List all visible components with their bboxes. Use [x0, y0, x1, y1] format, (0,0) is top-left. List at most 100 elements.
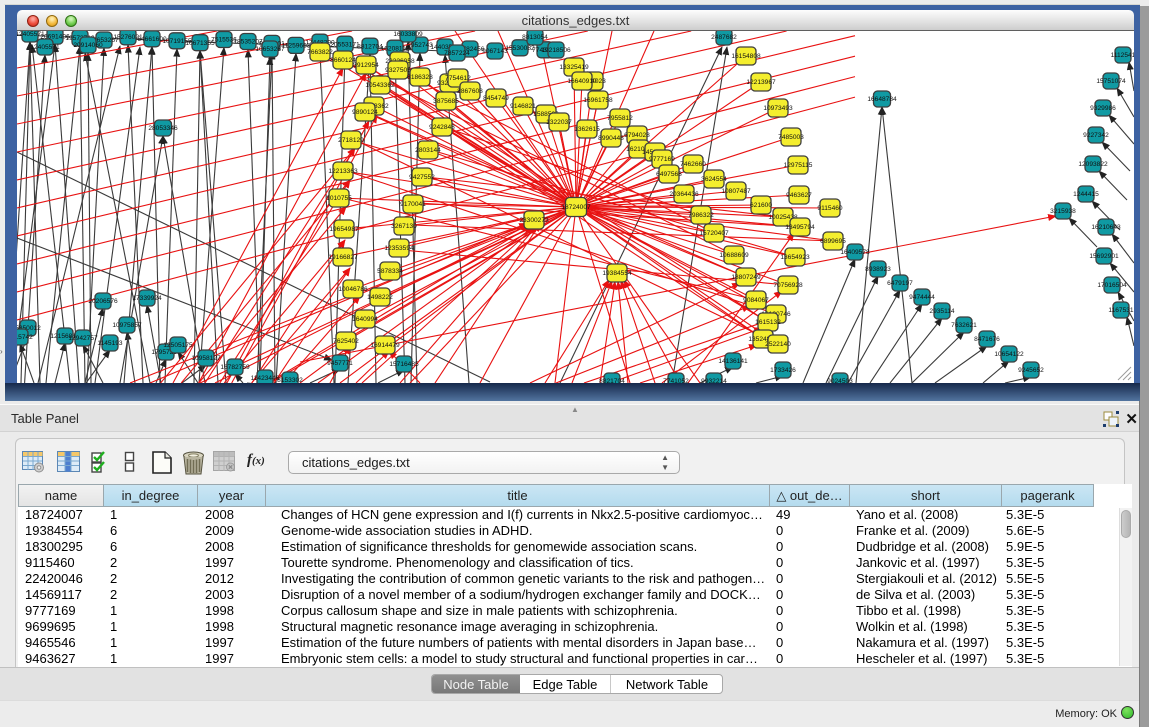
svg-text:621600: 621600	[750, 202, 772, 209]
svg-text:7754612: 7754612	[445, 75, 471, 82]
svg-text:8990448: 8990448	[598, 135, 624, 142]
svg-text:7857224: 7857224	[444, 50, 470, 57]
svg-text:8938923: 8938923	[865, 266, 891, 273]
svg-text:8812704: 8812704	[357, 43, 383, 50]
svg-text:9932214: 9932214	[701, 378, 727, 383]
svg-text:11423446: 11423446	[251, 375, 280, 382]
svg-text:15751074: 15751074	[1096, 78, 1126, 85]
svg-text:7485003: 7485003	[778, 134, 804, 141]
svg-text:8186328: 8186328	[407, 74, 433, 81]
svg-text:1010755: 1010755	[326, 195, 352, 202]
svg-text:12353594: 12353594	[384, 245, 414, 252]
svg-text:10688609: 10688609	[719, 252, 749, 259]
svg-text:17339924: 17339924	[132, 295, 162, 302]
svg-text:16914479: 16914479	[370, 342, 400, 349]
svg-text:9463627: 9463627	[786, 192, 812, 199]
svg-text:10807487: 10807487	[721, 188, 751, 195]
svg-text:8153302: 8153302	[277, 377, 303, 383]
svg-text:9777169: 9777169	[649, 156, 675, 163]
svg-text:18724007: 18724007	[561, 204, 591, 211]
svg-text:9024503: 9024503	[827, 378, 853, 383]
svg-text:6479197: 6479197	[887, 280, 913, 287]
svg-text:7663822: 7663822	[307, 49, 333, 56]
svg-text:12975115: 12975115	[784, 162, 813, 169]
svg-text:15692901: 15692901	[1089, 253, 1119, 260]
svg-text:7632621: 7632621	[951, 322, 977, 329]
svg-text:18807249: 18807249	[731, 274, 761, 281]
svg-text:16648784: 16648784	[867, 96, 897, 103]
svg-text:1640994: 1640994	[352, 316, 378, 323]
svg-text:9329986: 9329986	[1090, 105, 1116, 112]
svg-text:12213363: 12213363	[328, 168, 358, 175]
svg-text:1733426: 1733426	[770, 367, 796, 374]
svg-text:23300273: 23300273	[519, 217, 549, 224]
svg-text:10975857: 10975857	[112, 322, 142, 329]
svg-text:9067143: 9067143	[482, 48, 508, 55]
svg-text:9327505: 9327505	[385, 67, 411, 74]
svg-text:6497568: 6497568	[656, 171, 682, 178]
svg-text:13325419: 13325419	[559, 64, 589, 71]
svg-text:19218506: 19218506	[541, 47, 571, 54]
svg-text:10653267: 10653267	[255, 46, 285, 53]
svg-text:10046786: 10046786	[338, 286, 368, 293]
svg-text:20553171: 20553171	[330, 41, 360, 48]
svg-text:1322037: 1322037	[546, 119, 572, 126]
svg-text:9457771: 9457771	[327, 360, 353, 367]
svg-text:2803144: 2803144	[415, 147, 441, 154]
svg-text:16154808: 16154808	[731, 53, 761, 60]
svg-text:16640910: 16640910	[567, 78, 597, 85]
svg-text:3875685: 3875685	[433, 98, 459, 105]
svg-text:9474444: 9474444	[909, 294, 935, 301]
svg-text:20914060: 20914060	[73, 42, 103, 49]
svg-text:9084067: 9084067	[743, 297, 769, 304]
svg-text:3267130: 3267130	[391, 223, 417, 230]
svg-text:10543362: 10543362	[365, 82, 395, 89]
svg-text:2487682: 2487682	[711, 34, 737, 41]
svg-text:9890124: 9890124	[352, 109, 378, 116]
svg-text:20364436: 20364436	[669, 191, 699, 198]
svg-text:16210643: 16210643	[1091, 224, 1121, 231]
svg-text:19654987: 19654987	[329, 226, 359, 233]
svg-text:7986322: 7986322	[688, 212, 714, 219]
svg-text:2718129: 2718129	[338, 137, 364, 144]
svg-text:14136141: 14136141	[718, 358, 748, 365]
svg-text:1112541: 1112541	[1111, 52, 1134, 59]
svg-text:1615132: 1615132	[755, 319, 781, 326]
svg-text:1145193: 1145193	[97, 340, 123, 347]
svg-text:19384554: 19384554	[602, 270, 632, 277]
svg-text:9427552: 9427552	[409, 174, 435, 181]
svg-text:17016504: 17016504	[1097, 282, 1127, 289]
svg-text:10654122: 10654122	[994, 351, 1024, 358]
svg-text:1362615: 1362615	[574, 126, 600, 133]
svg-text:9170041: 9170041	[400, 201, 426, 208]
svg-text:13654923: 13654923	[780, 254, 810, 261]
svg-text:12213967: 12213967	[746, 79, 776, 86]
svg-text:2867608: 2867608	[457, 88, 483, 95]
svg-text:6899695: 6899695	[820, 238, 846, 245]
svg-text:20206576: 20206576	[88, 298, 118, 305]
svg-text:16782759: 16782759	[220, 364, 250, 371]
svg-text:9115460: 9115460	[817, 205, 843, 212]
svg-text:19166827: 19166827	[328, 254, 358, 261]
svg-text:12093822: 12093822	[1078, 161, 1108, 168]
svg-text:15716485: 15716485	[389, 361, 419, 368]
svg-text:8813054: 8813054	[522, 34, 548, 41]
svg-text:16033809: 16033809	[393, 31, 423, 38]
svg-text:15530082: 15530082	[505, 45, 535, 52]
svg-text:9242848: 9242848	[429, 124, 455, 131]
svg-text:1167531: 1167531	[1108, 307, 1134, 314]
svg-text:7741052: 7741052	[663, 378, 689, 383]
svg-text:5878334: 5878334	[377, 268, 403, 275]
svg-text:8454749: 8454749	[483, 95, 509, 102]
svg-text:3915742: 3915742	[17, 334, 33, 341]
svg-text:9146821: 9146821	[510, 103, 536, 110]
svg-text:7955812: 7955812	[607, 115, 633, 122]
svg-text:16961758: 16961758	[583, 97, 613, 104]
svg-text:1244415: 1244415	[1073, 191, 1099, 198]
svg-text:16409578: 16409578	[840, 249, 870, 256]
svg-text:8471676: 8471676	[974, 336, 1000, 343]
svg-text:13495794: 13495794	[785, 224, 815, 231]
svg-text:7625402: 7625402	[333, 338, 359, 345]
svg-text:3215938: 3215938	[1050, 208, 1076, 215]
svg-text:12505175: 12505175	[163, 342, 193, 349]
